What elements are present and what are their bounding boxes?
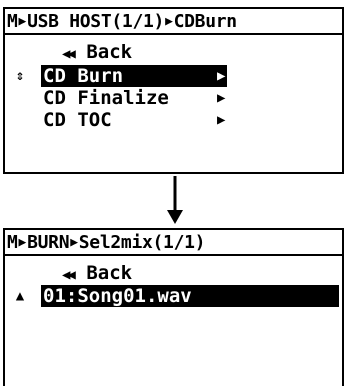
title-bar: M ▶ BURN ▶ Sel2mix(1/1) (5, 230, 342, 256)
back-item[interactable]: ◀◀ Back (60, 262, 132, 284)
menu-item[interactable]: CD Burn ▶ (41, 65, 227, 87)
path-separator-icon: ▶ (18, 234, 27, 250)
title-path: BURN (27, 231, 70, 253)
file-select-screen: M ▶ BURN ▶ Sel2mix(1/1) ◀◀ Back ▲ 01:Son… (3, 228, 344, 386)
back-label: Back (86, 41, 133, 63)
menu-item[interactable]: CD TOC ▶ (41, 109, 265, 131)
back-icon: ◀◀ (62, 46, 76, 62)
menu-item-label: CD Burn (43, 65, 124, 87)
file-item[interactable]: ▲ 01:Song01.wav (5, 285, 342, 307)
mode-indicator: M (7, 10, 18, 32)
back-icon: ◀◀ (62, 267, 76, 283)
title-current: Sel2mix(1/1) (78, 231, 206, 253)
menu-screen: M ▶ USB HOST(1/1) ▶ CDBurn ◀◀ Back ⇕ CD … (3, 7, 344, 174)
title-current: CDBurn (173, 10, 238, 32)
path-separator-icon: ▶ (165, 13, 173, 29)
path-separator-icon: ▶ (18, 13, 27, 29)
menu-item-cd-finalize[interactable]: CD Finalize ▶ (5, 87, 342, 109)
submenu-arrow-icon: ▶ (217, 90, 226, 106)
submenu-arrow-icon: ▶ (217, 68, 226, 84)
submenu-arrow-icon: ▶ (217, 112, 226, 128)
mode-indicator: M (7, 231, 18, 253)
menu-item-cd-burn[interactable]: ⇕ CD Burn ▶ (5, 65, 342, 87)
menu-item-cd-toc[interactable]: CD TOC ▶ (5, 109, 342, 131)
menu-item-label: CD TOC (43, 109, 112, 131)
back-item[interactable]: ◀◀ Back (60, 41, 132, 63)
path-separator-icon: ▶ (70, 234, 78, 250)
file-item-label-box[interactable]: 01:Song01.wav (41, 285, 339, 307)
back-label: Back (86, 262, 133, 284)
title-path: USB HOST(1/1) (27, 10, 165, 32)
menu-item-label: CD Finalize (43, 87, 169, 109)
cursor-icon: ▲ (15, 288, 25, 304)
file-item-label: 01:Song01.wav (43, 285, 192, 307)
title-bar: M ▶ USB HOST(1/1) ▶ CDBurn (5, 9, 342, 35)
down-arrow-icon (167, 176, 183, 224)
menu-item[interactable]: CD Finalize ▶ (41, 87, 265, 109)
scroll-indicator-icon: ⇕ (15, 68, 25, 84)
